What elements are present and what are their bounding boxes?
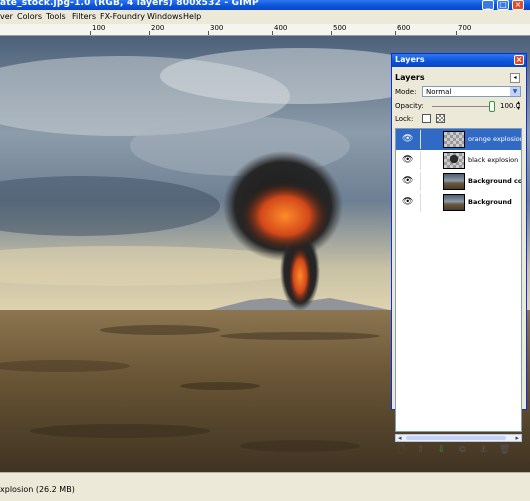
layer-list[interactable]: 👁 orange explosion 👁 black explosion 👁 B… xyxy=(395,128,522,432)
layers-dialog: Layers × Layers ◂ Mode: Normal ▼ Opacity… xyxy=(391,53,527,455)
layers-dialog-title: Layers xyxy=(395,55,425,64)
ruler-label: 100 xyxy=(92,24,106,32)
chain-toggle[interactable] xyxy=(420,151,440,170)
ruler-label: 700 xyxy=(458,24,472,32)
visibility-eye-icon[interactable]: 👁 xyxy=(402,156,413,165)
ruler-tick xyxy=(90,31,91,35)
layer-thumbnail xyxy=(443,152,465,169)
layers-tab-label: Layers xyxy=(395,73,425,82)
lock-alpha-checkbox[interactable] xyxy=(436,114,445,123)
opacity-slider-track[interactable] xyxy=(432,106,490,107)
layer-name: orange explosion xyxy=(468,135,522,143)
ruler-label: 200 xyxy=(151,24,165,32)
ruler-label: 400 xyxy=(274,24,288,32)
menu-layer[interactable]: ver xyxy=(0,12,13,21)
layer-row-background-copy[interactable]: 👁 Background copy xyxy=(396,171,521,192)
ruler-label: 300 xyxy=(210,24,224,32)
anchor-layer-icon[interactable]: ⚓ xyxy=(477,444,490,456)
visibility-eye-icon[interactable]: 👁 xyxy=(402,135,413,144)
layers-dialog-title-bar[interactable]: Layers × xyxy=(392,54,526,67)
lock-label: Lock: xyxy=(395,115,414,123)
mode-value: Normal xyxy=(426,88,452,96)
chain-toggle[interactable] xyxy=(420,193,440,212)
layer-name: Background xyxy=(468,198,512,206)
scrollbar-thumb[interactable] xyxy=(406,436,506,440)
menu-help[interactable]: Help xyxy=(183,12,201,21)
layer-list-scrollbar[interactable]: ◂ ▸ xyxy=(395,434,522,442)
opacity-spin-buttons[interactable]: ▴ ▾ xyxy=(517,100,520,112)
ruler-tick xyxy=(331,31,332,35)
layer-name: Background copy xyxy=(468,177,522,185)
delete-layer-icon[interactable]: 🗑 xyxy=(498,444,511,456)
menu-windows[interactable]: Windows xyxy=(147,12,183,21)
visibility-eye-icon[interactable]: 👁 xyxy=(402,198,413,207)
scroll-right-arrow-icon[interactable]: ▸ xyxy=(515,434,519,442)
menu-bar: ver Colors Tools Filters FX-Foundry Wind… xyxy=(0,10,530,25)
ruler-tick xyxy=(149,31,150,35)
layer-row-black-explosion[interactable]: 👁 black explosion xyxy=(396,150,521,171)
layer-thumbnail xyxy=(443,194,465,211)
ruler-label: 500 xyxy=(333,24,347,32)
horizontal-ruler: 100 200 300 400 500 600 700 xyxy=(0,24,530,36)
opacity-label: Opacity: xyxy=(395,102,424,110)
layers-dialog-close-button[interactable]: × xyxy=(514,55,524,65)
window-title-bar: ate_stock.jpg-1.0 (RGB, 4 layers) 800x53… xyxy=(0,0,530,10)
window-title: ate_stock.jpg-1.0 (RGB, 4 layers) 800x53… xyxy=(0,0,259,8)
lock-pixels-checkbox[interactable] xyxy=(422,114,431,123)
scroll-left-arrow-icon[interactable]: ◂ xyxy=(398,434,402,442)
ruler-tick xyxy=(395,31,396,35)
chain-toggle[interactable] xyxy=(420,172,440,191)
lower-layer-icon[interactable]: ⇩ xyxy=(435,444,448,456)
layer-name: black explosion xyxy=(468,156,519,164)
minimize-button[interactable]: _ xyxy=(482,0,494,10)
ruler-tick xyxy=(456,31,457,35)
ruler-label: 600 xyxy=(397,24,411,32)
raise-layer-icon[interactable]: ⇧ xyxy=(414,444,427,456)
mode-label: Mode: xyxy=(395,88,417,96)
status-text: xplosion (26.2 MB) xyxy=(0,485,75,494)
menu-colors[interactable]: Colors xyxy=(17,12,42,21)
tab-menu-button[interactable]: ◂ xyxy=(510,73,520,83)
layer-row-background[interactable]: 👁 Background xyxy=(396,192,521,213)
opacity-slider-handle[interactable] xyxy=(489,101,495,112)
chevron-down-icon: ▼ xyxy=(510,87,520,96)
layer-thumbnail xyxy=(443,131,465,148)
menu-tools[interactable]: Tools xyxy=(46,12,66,21)
duplicate-layer-icon[interactable]: ⧉ xyxy=(456,444,469,456)
chain-toggle[interactable] xyxy=(420,130,440,149)
menu-filters[interactable]: Filters xyxy=(72,12,96,21)
visibility-eye-icon[interactable]: 👁 xyxy=(402,177,413,186)
maximize-button[interactable]: □ xyxy=(497,0,509,10)
ruler-tick xyxy=(272,31,273,35)
mode-dropdown[interactable]: Normal ▼ xyxy=(422,86,521,97)
menu-fx-foundry[interactable]: FX-Foundry xyxy=(100,12,145,21)
ruler-tick xyxy=(208,31,209,35)
new-layer-icon[interactable]: 🗋 xyxy=(395,444,408,456)
close-button[interactable]: × xyxy=(512,0,524,10)
layer-row-orange-explosion[interactable]: 👁 orange explosion xyxy=(396,129,521,150)
status-bar: xplosion (26.2 MB) xyxy=(0,472,530,501)
layer-thumbnail xyxy=(443,173,465,190)
